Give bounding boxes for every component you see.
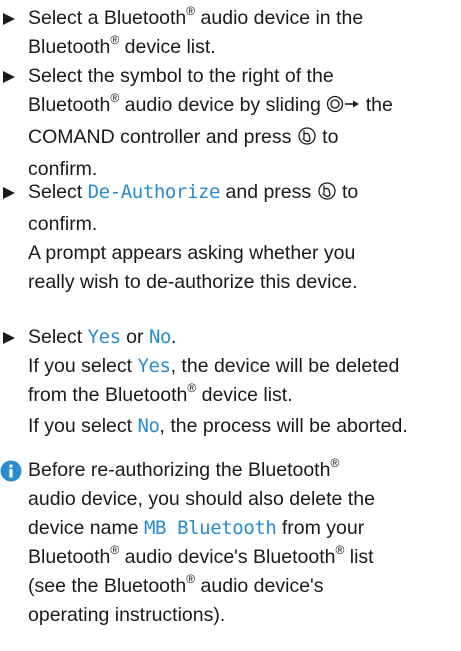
manual-page: Select a Bluetooth® audio device in the … xyxy=(0,0,461,651)
instruction-step-4: Select Yes or No. If you select Yes, the… xyxy=(0,323,461,441)
device-name-label: MB Bluetooth xyxy=(143,517,277,539)
note-line-1: Before re-authorizing the Bluetooth® xyxy=(28,455,340,482)
step-4-line-3: from the Bluetooth® device list. xyxy=(28,380,293,407)
info-icon xyxy=(0,460,22,482)
step-4-line-2: If you select Yes, the device will be de… xyxy=(28,355,400,377)
note-line-2: audio device, you should also delete the xyxy=(28,488,375,510)
controller-slide-right-icon xyxy=(326,94,360,123)
instruction-step-1: Select a Bluetooth® audio device in the … xyxy=(0,4,461,62)
step-4-line-1: Select Yes or No. xyxy=(28,326,177,348)
note-line-3: device name MB Bluetooth from your xyxy=(28,517,365,539)
note-line-6: operating instructions). xyxy=(28,604,226,626)
step-3-line-4: really wish to de-authorize this device. xyxy=(28,271,358,293)
triangle-bullet-icon xyxy=(2,323,18,352)
de-authorize-menu-item: De-Authorize xyxy=(87,181,221,203)
controller-press-icon xyxy=(317,181,337,210)
controller-press-icon xyxy=(297,126,317,155)
yes-option: Yes xyxy=(87,326,122,348)
step-2-line-2: Bluetooth® audio device by sliding the xyxy=(28,91,461,123)
info-note: Before re-authorizing the Bluetooth® aud… xyxy=(0,456,461,630)
triangle-bullet-icon xyxy=(2,178,18,207)
step-3-line-3: A prompt appears asking whether you xyxy=(28,242,356,264)
no-option: No xyxy=(137,415,160,437)
note-line-5: (see the Bluetooth® audio device's xyxy=(28,571,324,598)
yes-option: Yes xyxy=(137,355,171,377)
note-line-4: Bluetooth® audio device's Bluetooth® lis… xyxy=(28,542,374,569)
step-2-line-1: Select the symbol to the right of the xyxy=(28,65,334,87)
step-1-line-1: Select a Bluetooth® audio device in the xyxy=(28,3,364,30)
triangle-bullet-icon xyxy=(2,62,18,91)
no-option: No xyxy=(148,326,172,348)
instruction-step-2: Select the symbol to the right of the Bl… xyxy=(0,62,461,184)
step-4-line-4: If you select No, the process will be ab… xyxy=(28,415,408,437)
instruction-step-3: Select De-Authorize and press to confirm… xyxy=(0,178,461,297)
step-3-line-1: Select De-Authorize and press to xyxy=(28,178,461,210)
step-1-line-2: Bluetooth® device list. xyxy=(28,32,216,59)
triangle-bullet-icon xyxy=(2,4,18,33)
step-2-line-3: COMAND controller and press to xyxy=(28,123,461,155)
step-3-line-2: confirm. xyxy=(28,213,98,235)
